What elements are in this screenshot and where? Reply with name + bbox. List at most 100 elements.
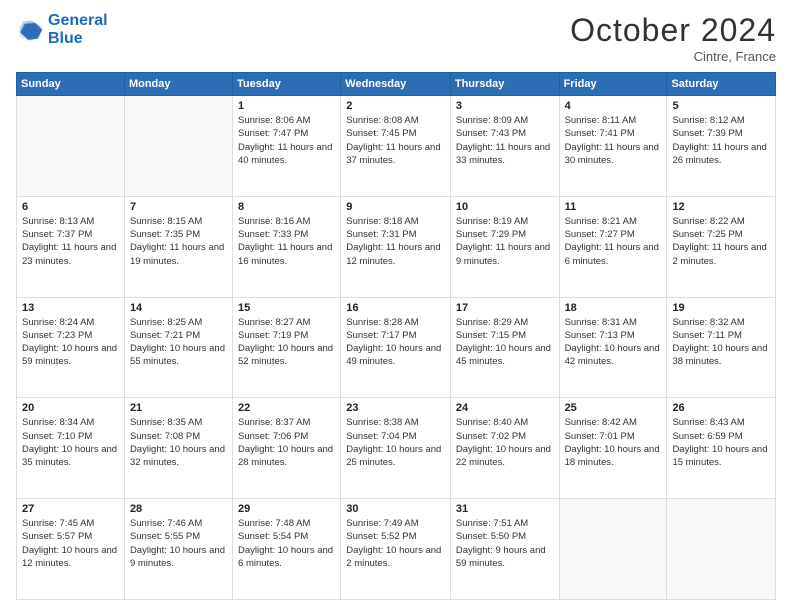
day-info: Sunrise: 8:37 AM Sunset: 7:06 PM Dayligh… [238,416,335,469]
calendar-cell: 13 Sunrise: 8:24 AM Sunset: 7:23 PM Dayli… [17,297,125,398]
calendar-cell: 27Sunrise: 7:45 AM Sunset: 5:57 PM Dayli… [17,499,125,600]
calendar-cell: 22Sunrise: 8:37 AM Sunset: 7:06 PM Dayli… [233,398,341,499]
day-info: Sunrise: 8:12 AM Sunset: 7:39 PM Dayligh… [672,114,770,167]
calendar-cell: 15 Sunrise: 8:27 AM Sunset: 7:19 PM Dayli… [233,297,341,398]
calendar-cell [559,499,667,600]
col-header-saturday: Saturday [667,73,776,96]
calendar-cell: 25 Sunrise: 8:42 AM Sunset: 7:01 PM Dayli… [559,398,667,499]
day-number: 6 [22,201,119,213]
logo-line2: Blue [48,30,83,47]
week-row-4: 27Sunrise: 7:45 AM Sunset: 5:57 PM Dayli… [17,499,776,600]
calendar-table: SundayMondayTuesdayWednesdayThursdayFrid… [16,72,776,600]
logo: General Blue [16,12,108,47]
day-info: Sunrise: 8:21 AM Sunset: 7:27 PM Dayligh… [565,215,662,268]
day-number: 15 [238,302,335,314]
week-row-3: 20 Sunrise: 8:34 AM Sunset: 7:10 PM Dayli… [17,398,776,499]
day-info: Sunrise: 8:22 AM Sunset: 7:25 PM Dayligh… [672,215,770,268]
day-info: Sunrise: 8:29 AM Sunset: 7:15 PM Dayligh… [456,316,554,369]
calendar-cell: 9Sunrise: 8:18 AM Sunset: 7:31 PM Daylig… [341,196,451,297]
day-info: Sunrise: 8:09 AM Sunset: 7:43 PM Dayligh… [456,114,554,167]
day-info: Sunrise: 8:32 AM Sunset: 7:11 PM Dayligh… [672,316,770,369]
week-row-1: 6 Sunrise: 8:13 AM Sunset: 7:37 PM Daylig… [17,196,776,297]
logo-icon [16,16,44,44]
day-info: Sunrise: 8:40 AM Sunset: 7:02 PM Dayligh… [456,416,554,469]
day-number: 28 [130,503,227,515]
day-info: Sunrise: 8:35 AM Sunset: 7:08 PM Dayligh… [130,416,227,469]
day-number: 27 [22,503,119,515]
col-header-tuesday: Tuesday [233,73,341,96]
day-number: 4 [565,100,662,112]
calendar-cell: 26Sunrise: 8:43 AM Sunset: 6:59 PM Dayli… [667,398,776,499]
day-number: 14 [130,302,227,314]
day-info: Sunrise: 8:06 AM Sunset: 7:47 PM Dayligh… [238,114,335,167]
day-number: 10 [456,201,554,213]
day-info: Sunrise: 8:34 AM Sunset: 7:10 PM Dayligh… [22,416,119,469]
day-number: 17 [456,302,554,314]
day-info: Sunrise: 8:43 AM Sunset: 6:59 PM Dayligh… [672,416,770,469]
calendar-cell: 21 Sunrise: 8:35 AM Sunset: 7:08 PM Dayli… [124,398,232,499]
day-number: 31 [456,503,554,515]
calendar-cell: 18Sunrise: 8:31 AM Sunset: 7:13 PM Dayli… [559,297,667,398]
calendar-cell: 28Sunrise: 7:46 AM Sunset: 5:55 PM Dayli… [124,499,232,600]
day-info: Sunrise: 8:13 AM Sunset: 7:37 PM Dayligh… [22,215,119,268]
month-title: October 2024 [570,12,776,49]
day-number: 19 [672,302,770,314]
day-number: 9 [346,201,445,213]
day-number: 1 [238,100,335,112]
calendar-cell: 7Sunrise: 8:15 AM Sunset: 7:35 PM Daylig… [124,196,232,297]
col-header-sunday: Sunday [17,73,125,96]
day-info: Sunrise: 7:48 AM Sunset: 5:54 PM Dayligh… [238,517,335,570]
header: General Blue October 2024 Cintre, France [16,12,776,64]
day-number: 3 [456,100,554,112]
day-info: Sunrise: 8:38 AM Sunset: 7:04 PM Dayligh… [346,416,445,469]
calendar-cell: 2 Sunrise: 8:08 AM Sunset: 7:45 PM Daylig… [341,96,451,197]
calendar-cell: 30 Sunrise: 7:49 AM Sunset: 5:52 PM Dayli… [341,499,451,600]
day-info: Sunrise: 7:51 AM Sunset: 5:50 PM Dayligh… [456,517,554,570]
day-number: 23 [346,402,445,414]
calendar-cell [17,96,125,197]
calendar-cell: 14 Sunrise: 8:25 AM Sunset: 7:21 PM Dayli… [124,297,232,398]
col-header-monday: Monday [124,73,232,96]
day-number: 30 [346,503,445,515]
calendar-cell: 1 Sunrise: 8:06 AM Sunset: 7:47 PM Daylig… [233,96,341,197]
day-number: 21 [130,402,227,414]
day-info: Sunrise: 8:27 AM Sunset: 7:19 PM Dayligh… [238,316,335,369]
calendar-cell: 8Sunrise: 8:16 AM Sunset: 7:33 PM Daylig… [233,196,341,297]
calendar-cell [124,96,232,197]
calendar-cell: 11Sunrise: 8:21 AM Sunset: 7:27 PM Dayli… [559,196,667,297]
col-header-wednesday: Wednesday [341,73,451,96]
day-number: 5 [672,100,770,112]
day-number: 20 [22,402,119,414]
day-number: 12 [672,201,770,213]
calendar-cell: 16 Sunrise: 8:28 AM Sunset: 7:17 PM Dayli… [341,297,451,398]
day-info: Sunrise: 8:25 AM Sunset: 7:21 PM Dayligh… [130,316,227,369]
week-row-0: 1 Sunrise: 8:06 AM Sunset: 7:47 PM Daylig… [17,96,776,197]
title-block: October 2024 Cintre, France [570,12,776,64]
calendar-cell: 6 Sunrise: 8:13 AM Sunset: 7:37 PM Daylig… [17,196,125,297]
calendar-cell: 12 Sunrise: 8:22 AM Sunset: 7:25 PM Dayli… [667,196,776,297]
calendar-cell: 29 Sunrise: 7:48 AM Sunset: 5:54 PM Dayli… [233,499,341,600]
page: General Blue October 2024 Cintre, France… [0,0,792,612]
calendar-cell: 17 Sunrise: 8:29 AM Sunset: 7:15 PM Dayli… [450,297,559,398]
day-number: 2 [346,100,445,112]
week-row-2: 13 Sunrise: 8:24 AM Sunset: 7:23 PM Dayli… [17,297,776,398]
day-number: 29 [238,503,335,515]
calendar-cell: 31 Sunrise: 7:51 AM Sunset: 5:50 PM Dayli… [450,499,559,600]
day-number: 24 [456,402,554,414]
calendar-cell: 23 Sunrise: 8:38 AM Sunset: 7:04 PM Dayli… [341,398,451,499]
day-info: Sunrise: 8:31 AM Sunset: 7:13 PM Dayligh… [565,316,662,369]
calendar-header: SundayMondayTuesdayWednesdayThursdayFrid… [17,73,776,96]
col-header-friday: Friday [559,73,667,96]
day-info: Sunrise: 8:42 AM Sunset: 7:01 PM Dayligh… [565,416,662,469]
calendar-cell: 3 Sunrise: 8:09 AM Sunset: 7:43 PM Daylig… [450,96,559,197]
day-number: 25 [565,402,662,414]
day-number: 13 [22,302,119,314]
day-info: Sunrise: 8:11 AM Sunset: 7:41 PM Dayligh… [565,114,662,167]
day-info: Sunrise: 8:08 AM Sunset: 7:45 PM Dayligh… [346,114,445,167]
day-info: Sunrise: 8:24 AM Sunset: 7:23 PM Dayligh… [22,316,119,369]
day-number: 16 [346,302,445,314]
day-info: Sunrise: 8:19 AM Sunset: 7:29 PM Dayligh… [456,215,554,268]
day-info: Sunrise: 8:28 AM Sunset: 7:17 PM Dayligh… [346,316,445,369]
location-subtitle: Cintre, France [570,49,776,64]
day-info: Sunrise: 7:49 AM Sunset: 5:52 PM Dayligh… [346,517,445,570]
